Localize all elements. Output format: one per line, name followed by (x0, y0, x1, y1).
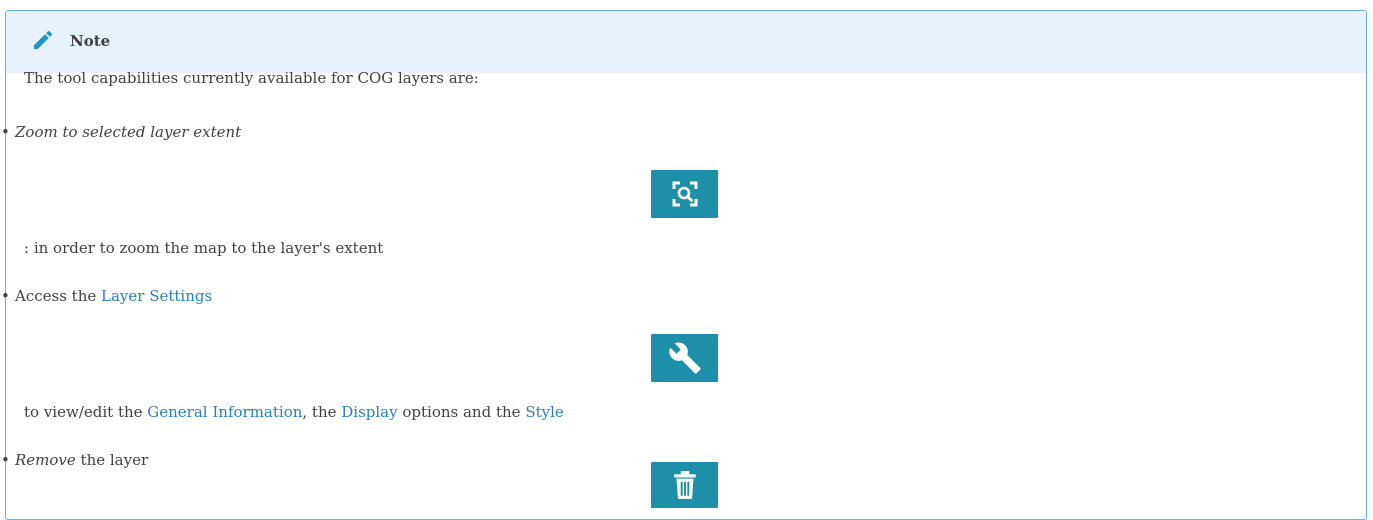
bullet: • (1, 287, 10, 305)
settings-desc-prefix: to view/edit the (24, 403, 148, 421)
general-information-link[interactable]: General Information (147, 403, 302, 421)
list-item-remove: • Remove the layer (0, 450, 148, 470)
zoom-to-extent-glyph (672, 181, 697, 207)
settings-sep2: options and the (397, 403, 526, 421)
zoom-to-extent-icon[interactable] (651, 170, 718, 218)
layer-settings-link[interactable]: Layer Settings (101, 287, 212, 305)
note-title-bar: Note (6, 11, 1366, 73)
wrench-icon[interactable] (651, 334, 718, 382)
wrench-glyph (668, 342, 701, 374)
bullet: • (1, 123, 10, 141)
zoom-description: : in order to zoom the map to the layer'… (24, 239, 384, 257)
zoom-label: Zoom to selected layer extent (15, 123, 242, 141)
bullet: • (1, 451, 10, 469)
pencil-icon (34, 30, 53, 49)
remove-rest: the layer (75, 451, 149, 469)
settings-sep1: , the (302, 403, 342, 421)
list-item-settings: • Access the Layer Settings (0, 286, 212, 306)
display-link[interactable]: Display (341, 403, 397, 421)
note-title: Note (70, 32, 111, 50)
list-item-zoom: • Zoom to selected layer extent (0, 122, 241, 142)
settings-prefix: Access the (15, 287, 102, 305)
trash-icon[interactable] (651, 462, 718, 508)
intro-text: The tool capabilities currently availabl… (24, 69, 479, 87)
trash-glyph (673, 471, 696, 499)
style-link[interactable]: Style (525, 403, 563, 421)
settings-description: to view/edit the General Information, th… (24, 402, 564, 422)
remove-label: Remove (15, 451, 76, 469)
